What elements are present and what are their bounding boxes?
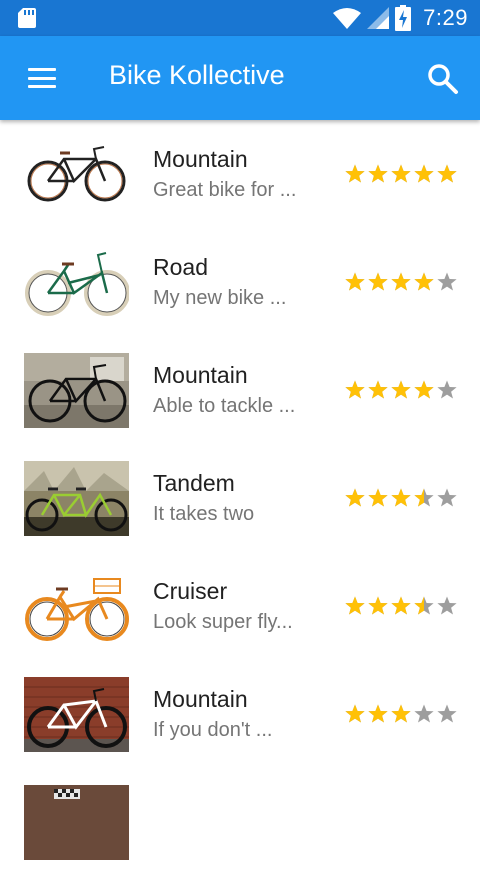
status-time: 7:29 bbox=[423, 5, 468, 30]
list-item[interactable]: Tandem It takes two bbox=[0, 444, 480, 552]
bike-thumbnail bbox=[24, 137, 129, 212]
star-empty-icon bbox=[437, 272, 457, 291]
star-filled-icon bbox=[368, 596, 388, 615]
bike-thumbnail bbox=[24, 353, 129, 428]
star-filled-icon bbox=[368, 272, 388, 291]
rating-stars bbox=[344, 703, 458, 725]
star-empty-icon bbox=[437, 380, 457, 399]
list-item[interactable]: Cruiser Look super fly... bbox=[0, 552, 480, 660]
rating-stars bbox=[344, 271, 458, 293]
rating-stars bbox=[344, 487, 458, 509]
rating-stars bbox=[344, 379, 458, 401]
bike-type: Mountain bbox=[153, 686, 248, 712]
star-filled-icon bbox=[368, 380, 388, 399]
star-filled-icon bbox=[345, 272, 365, 291]
star-filled-icon bbox=[391, 596, 411, 615]
bike-thumbnail bbox=[24, 461, 129, 536]
star-filled-icon bbox=[391, 704, 411, 723]
star-filled-icon bbox=[391, 380, 411, 399]
rating-stars bbox=[344, 595, 458, 617]
star-filled-icon bbox=[437, 164, 457, 183]
star-filled-icon bbox=[368, 488, 388, 507]
star-empty-icon bbox=[414, 704, 434, 723]
star-half-icon bbox=[414, 488, 434, 507]
wifi-icon bbox=[333, 8, 362, 29]
star-filled-icon bbox=[414, 272, 434, 291]
bike-thumbnail bbox=[24, 677, 129, 752]
bike-thumbnail bbox=[24, 785, 129, 860]
rating-stars bbox=[344, 163, 458, 185]
bike-type: Road bbox=[153, 254, 208, 280]
star-half-icon bbox=[414, 596, 434, 615]
bike-type: Cruiser bbox=[153, 578, 228, 604]
list-item[interactable]: Mountain Great bike for ... bbox=[0, 120, 480, 228]
list-item[interactable] bbox=[0, 768, 480, 876]
star-filled-icon bbox=[345, 488, 365, 507]
star-empty-icon bbox=[437, 596, 457, 615]
star-filled-icon bbox=[368, 164, 388, 183]
battery-charging-icon bbox=[395, 5, 412, 31]
sd-card-icon bbox=[18, 8, 36, 28]
star-empty-icon bbox=[437, 704, 457, 723]
cellular-signal-icon bbox=[367, 7, 390, 29]
star-filled-icon bbox=[345, 704, 365, 723]
app-title: Bike Kollective bbox=[109, 60, 285, 90]
menu-icon[interactable] bbox=[22, 64, 62, 92]
bike-type: Tandem bbox=[153, 470, 235, 496]
bike-type: Mountain bbox=[153, 362, 248, 388]
bike-description: It takes two bbox=[153, 503, 255, 525]
star-filled-icon bbox=[345, 164, 365, 183]
star-empty-icon bbox=[437, 488, 457, 507]
list-item[interactable]: Mountain Able to tackle ... bbox=[0, 336, 480, 444]
bike-type: Mountain bbox=[153, 146, 248, 172]
bike-description: If you don't ... bbox=[153, 719, 273, 741]
app-bar: Bike Kollective bbox=[0, 36, 480, 120]
star-filled-icon bbox=[391, 272, 411, 291]
star-filled-icon bbox=[414, 164, 434, 183]
search-icon[interactable] bbox=[426, 62, 460, 96]
bike-description: Look super fly... bbox=[153, 611, 293, 633]
star-filled-icon bbox=[391, 164, 411, 183]
list-item[interactable]: Road My new bike ... bbox=[0, 228, 480, 336]
star-filled-icon bbox=[414, 380, 434, 399]
status-bar: 7:29 bbox=[0, 0, 480, 36]
star-filled-icon bbox=[345, 380, 365, 399]
star-filled-icon bbox=[345, 596, 365, 615]
star-filled-icon bbox=[368, 704, 388, 723]
bike-thumbnail bbox=[24, 569, 129, 644]
bike-description: My new bike ... bbox=[153, 287, 287, 309]
bike-description: Able to tackle ... bbox=[153, 395, 296, 417]
bike-thumbnail bbox=[24, 245, 129, 320]
bike-list: Mountain Great bike for ... Road My new … bbox=[0, 120, 480, 876]
bike-description: Great bike for ... bbox=[153, 179, 297, 201]
star-filled-icon bbox=[391, 488, 411, 507]
list-item[interactable]: Mountain If you don't ... bbox=[0, 660, 480, 768]
